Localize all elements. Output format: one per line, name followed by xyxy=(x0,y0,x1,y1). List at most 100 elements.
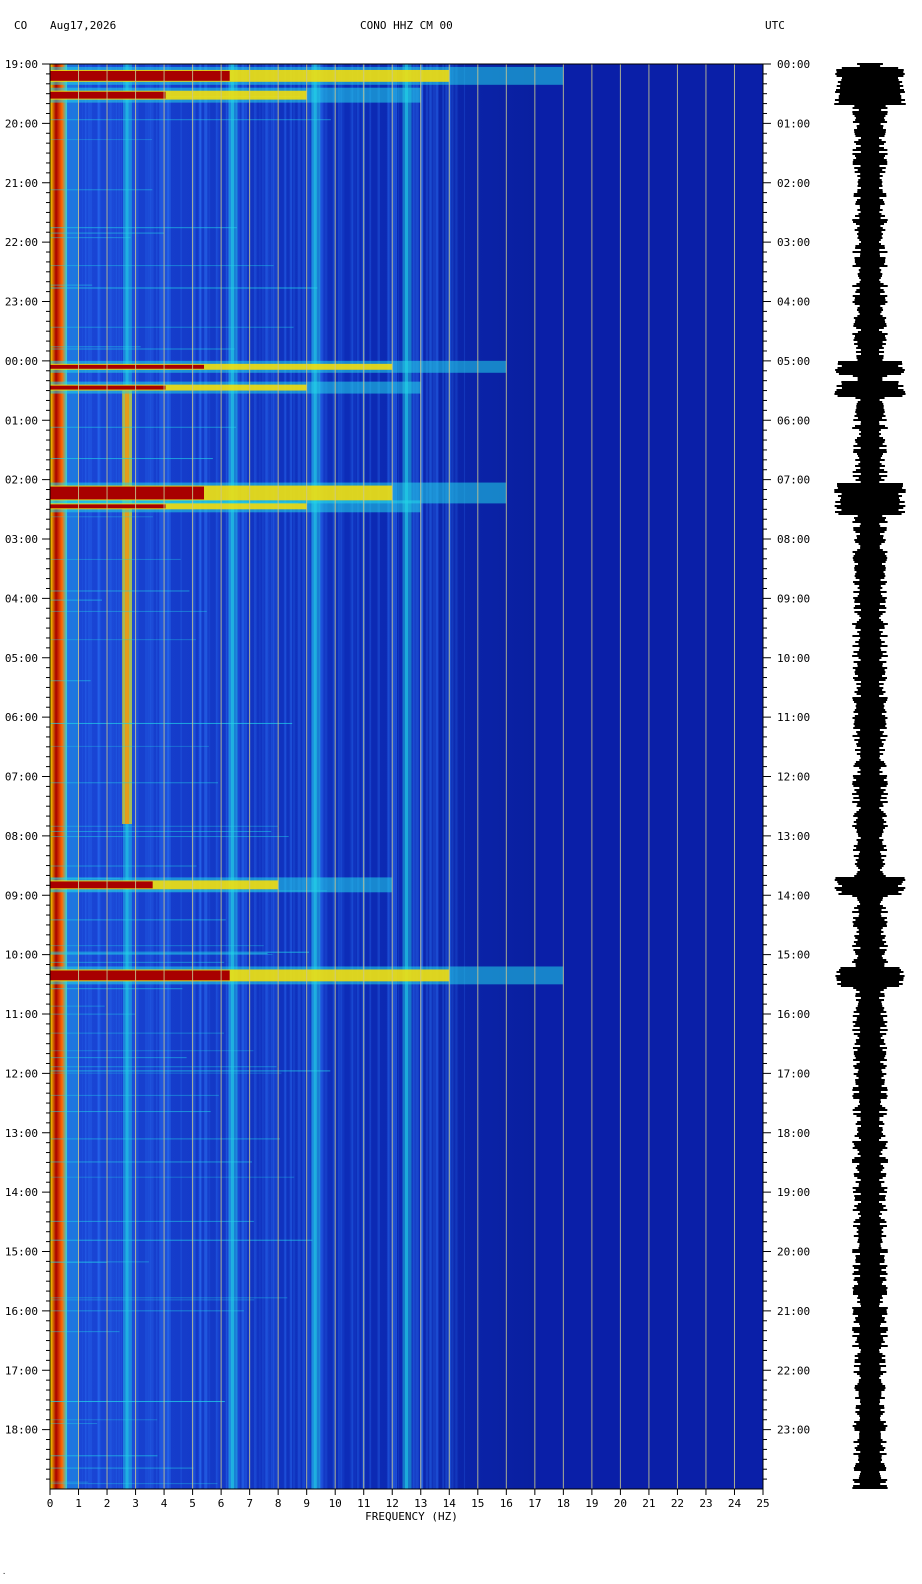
thin-event xyxy=(50,1220,254,1222)
x-tick-label: 21 xyxy=(642,1497,655,1510)
noise-streak xyxy=(463,64,466,1489)
x-tick-label: 18 xyxy=(557,1497,570,1510)
noise-streak xyxy=(149,64,152,1489)
thin-event xyxy=(50,1455,158,1457)
x-tick-label: 10 xyxy=(329,1497,342,1510)
thin-event xyxy=(50,610,207,612)
thin-event xyxy=(50,1111,211,1113)
thin-event xyxy=(50,1032,225,1034)
thin-event xyxy=(50,1423,98,1425)
noise-streak xyxy=(284,64,287,1489)
noise-streak xyxy=(332,64,335,1489)
thin-event xyxy=(50,139,153,141)
noise-streak xyxy=(203,64,207,1489)
right-time-label: 15:00 xyxy=(777,949,810,962)
noise-streak xyxy=(292,64,296,1489)
thin-event xyxy=(50,945,264,947)
thin-event xyxy=(50,1297,288,1299)
noise-streak xyxy=(322,64,324,1489)
noise-streak xyxy=(351,64,354,1489)
noise-streak xyxy=(111,64,114,1489)
noise-streak xyxy=(90,64,93,1489)
thin-event xyxy=(50,1070,331,1072)
x-tick-label: 7 xyxy=(246,1497,253,1510)
left-time-label: 06:00 xyxy=(5,711,38,724)
noise-streak xyxy=(354,64,356,1489)
thin-event xyxy=(50,346,141,348)
noise-streak xyxy=(377,64,380,1489)
thin-event xyxy=(50,119,331,121)
noise-streak xyxy=(97,64,100,1489)
thin-event xyxy=(50,1094,219,1096)
left-time-label: 05:00 xyxy=(5,652,38,665)
noise-streak xyxy=(303,64,306,1489)
noise-streak xyxy=(158,64,162,1489)
noise-streak xyxy=(84,64,88,1489)
right-time-label: 05:00 xyxy=(777,355,810,368)
thin-event xyxy=(50,1401,226,1403)
noise-streak xyxy=(238,64,240,1489)
right-time-label: 01:00 xyxy=(777,117,810,130)
right-time-label: 14:00 xyxy=(777,889,810,902)
thin-event xyxy=(50,348,235,350)
noise-streak xyxy=(436,64,439,1489)
noise-streak xyxy=(267,64,270,1489)
thin-event xyxy=(50,558,181,560)
right-time-label: 04:00 xyxy=(777,296,810,309)
noise-streak xyxy=(259,64,261,1489)
event-core xyxy=(50,881,153,889)
noise-streak xyxy=(264,64,267,1489)
noise-streak xyxy=(145,64,147,1489)
thin-event xyxy=(50,722,293,724)
left-time-label: 22:00 xyxy=(5,236,38,249)
noise-streak xyxy=(398,64,400,1489)
noise-streak xyxy=(451,64,454,1489)
x-axis-label: FREQUENCY (HZ) xyxy=(365,1510,458,1523)
right-time-label: 09:00 xyxy=(777,592,810,605)
noise-streak xyxy=(308,64,312,1489)
x-tick-label: 5 xyxy=(189,1497,196,1510)
low-frequency-edge xyxy=(50,64,68,1489)
x-tick-label: 0 xyxy=(47,1497,54,1510)
noise-streak xyxy=(120,64,122,1489)
x-tick-label: 20 xyxy=(614,1497,627,1510)
noise-streak xyxy=(341,64,345,1489)
thin-event xyxy=(50,189,153,191)
left-time-label: 16:00 xyxy=(5,1305,38,1318)
thin-event xyxy=(50,988,183,990)
x-tick-label: 25 xyxy=(756,1497,769,1510)
x-tick-label: 19 xyxy=(585,1497,598,1510)
right-time-label: 20:00 xyxy=(777,1246,810,1259)
left-time-label: 13:00 xyxy=(5,1127,38,1140)
left-time-label: 18:00 xyxy=(5,1424,38,1437)
thin-event xyxy=(50,516,153,518)
right-time-label: 17:00 xyxy=(777,1067,810,1080)
thin-event xyxy=(50,1005,105,1007)
right-time-label: 02:00 xyxy=(777,177,810,190)
left-time-label: 11:00 xyxy=(5,1008,38,1021)
thin-event xyxy=(50,265,274,267)
left-time-label: 09:00 xyxy=(5,889,38,902)
thin-event xyxy=(50,237,131,239)
thin-event xyxy=(50,458,213,460)
thin-event xyxy=(50,865,197,867)
noise-streak xyxy=(225,64,227,1489)
thin-event xyxy=(50,1138,280,1140)
event-core xyxy=(50,970,230,981)
persistent-line-core xyxy=(405,64,408,1489)
x-tick-label: 1 xyxy=(75,1497,82,1510)
left-time-label: 04:00 xyxy=(5,592,38,605)
left-time-label: 17:00 xyxy=(5,1364,38,1377)
noise-streak xyxy=(323,64,326,1489)
frequency-lines xyxy=(67,64,466,1489)
noise-streak xyxy=(168,64,172,1489)
x-tick-label: 15 xyxy=(471,1497,484,1510)
noise-streak xyxy=(454,64,457,1489)
thin-event xyxy=(50,1072,282,1074)
event-core xyxy=(50,486,205,500)
noise-streak xyxy=(275,64,278,1489)
thin-event xyxy=(50,953,273,955)
thin-event xyxy=(50,951,309,953)
left-time-label: 10:00 xyxy=(5,949,38,962)
noise-streak xyxy=(216,64,220,1489)
